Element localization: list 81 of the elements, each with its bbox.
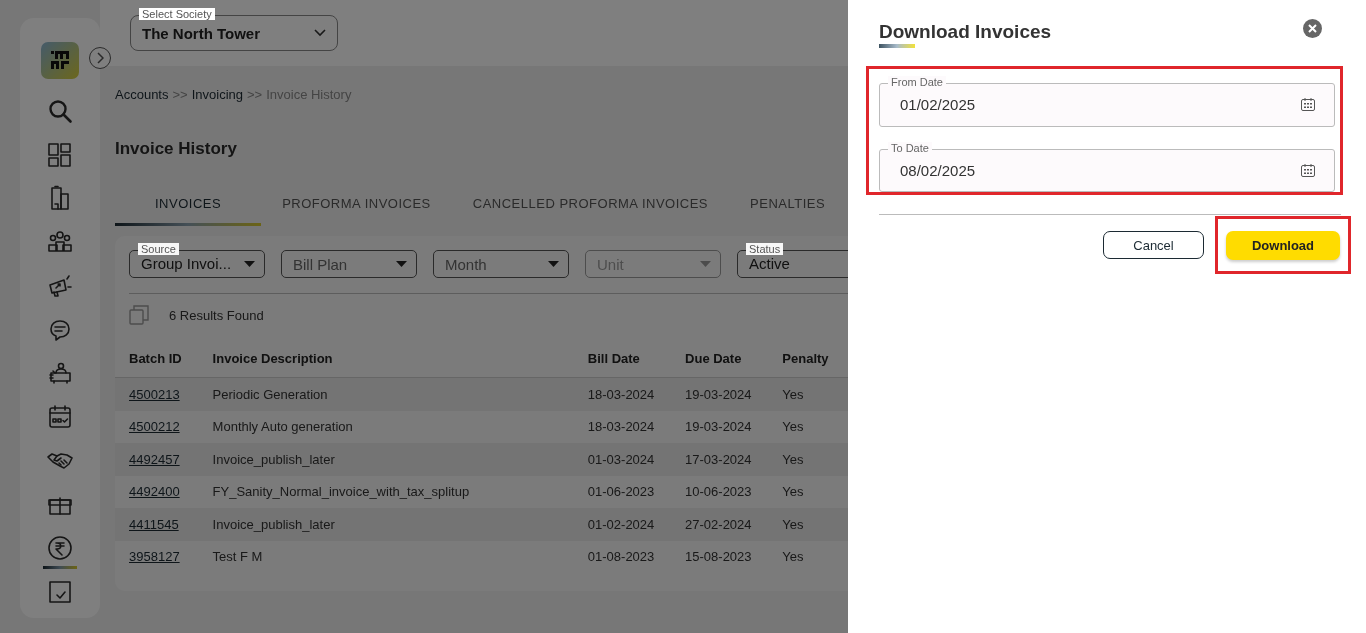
filter-dropdown[interactable]: Month bbox=[433, 243, 569, 278]
close-icon[interactable] bbox=[1303, 19, 1322, 38]
table-cell: 19-03-2024 bbox=[685, 386, 752, 402]
page-title: Invoice History bbox=[115, 139, 237, 159]
field-label: To Date bbox=[888, 141, 932, 154]
table-cell: Yes bbox=[782, 451, 804, 467]
placeholder: Month bbox=[445, 255, 487, 273]
backdrop-overlay[interactable] bbox=[0, 0, 848, 633]
column-header: Invoice Description bbox=[212, 351, 588, 378]
filter-dropdown[interactable]: Bill Plan bbox=[281, 243, 417, 278]
field-label: Source bbox=[138, 243, 179, 255]
calendar-icon bbox=[1301, 163, 1315, 177]
batch-id-link[interactable]: 3958127 bbox=[129, 549, 180, 565]
table-cell: Invoice_publish_later bbox=[212, 516, 335, 532]
table-cell: FY_Sanity_Normal_invoice_with_tax_splitup bbox=[212, 484, 470, 500]
table-cell: 19-03-2024 bbox=[685, 419, 752, 435]
table-cell: Monthly Auto generation bbox=[212, 419, 353, 435]
field-value: Group Invoi... bbox=[141, 254, 232, 274]
breadcrumb-link[interactable]: Accounts bbox=[115, 87, 169, 102]
tab[interactable]: PENALTIES bbox=[729, 196, 847, 226]
drawer-title: Download Invoices bbox=[879, 21, 1052, 42]
field-label: Select Society bbox=[139, 8, 215, 20]
caret-icon bbox=[548, 261, 559, 267]
date-field[interactable]: To Date 08/02/2025 bbox=[879, 141, 1335, 192]
breadcrumb-separator: >> bbox=[247, 87, 263, 102]
tab[interactable]: INVOICES bbox=[115, 196, 262, 226]
column-header: Batch ID bbox=[115, 351, 213, 378]
table-cell: 01-02-2024 bbox=[587, 516, 655, 532]
column-header: Due Date bbox=[685, 351, 783, 378]
table-cell: 27-02-2024 bbox=[685, 516, 752, 532]
tab[interactable]: CANCELLED PROFORMA INVOICES bbox=[451, 196, 730, 226]
field-value: 01/02/2025 bbox=[900, 96, 976, 114]
search-icon bbox=[47, 97, 73, 124]
dashboard-icon bbox=[47, 141, 73, 168]
field-value: The North Tower bbox=[142, 24, 261, 42]
table-cell: Yes bbox=[782, 419, 804, 435]
caret-icon bbox=[396, 261, 407, 267]
batch-id-link[interactable]: 4500212 bbox=[129, 419, 180, 435]
table-cell: 10-06-2023 bbox=[685, 484, 752, 500]
filter-dropdown[interactable]: Source Group Invoi... bbox=[129, 243, 265, 278]
table-cell: 01-03-2024 bbox=[587, 451, 655, 467]
table-cell: 01-06-2023 bbox=[587, 484, 655, 500]
field-value: 08/02/2025 bbox=[900, 161, 976, 179]
caret-icon bbox=[244, 261, 255, 267]
chevron-right-icon bbox=[96, 52, 104, 64]
society-select[interactable]: Select Society The North Tower bbox=[130, 8, 338, 51]
caret-icon bbox=[700, 261, 711, 267]
results-count: 6 Results Found bbox=[169, 307, 264, 323]
download-button[interactable]: Download bbox=[1226, 230, 1340, 260]
table-cell: 18-03-2024 bbox=[587, 386, 655, 402]
table-cell: 18-03-2024 bbox=[587, 419, 655, 435]
table-cell: 01-08-2023 bbox=[587, 549, 655, 565]
rupee-icon bbox=[47, 535, 73, 562]
breadcrumb-separator: >> bbox=[172, 87, 188, 102]
megaphone-icon bbox=[47, 272, 73, 299]
table-cell: 15-08-2023 bbox=[685, 549, 752, 565]
table-cell: 17-03-2024 bbox=[685, 451, 752, 467]
tab[interactable]: PROFORMA INVOICES bbox=[261, 196, 452, 226]
breadcrumb-link[interactable]: Invoicing bbox=[191, 87, 243, 102]
reception-desk-icon bbox=[47, 360, 73, 387]
field-label: From Date bbox=[888, 76, 946, 88]
table-cell: Yes bbox=[782, 484, 804, 500]
logo-icon bbox=[41, 42, 79, 79]
copy-icon bbox=[129, 305, 149, 325]
calendar-icon bbox=[47, 404, 73, 431]
report-icon bbox=[47, 579, 73, 606]
column-header: Bill Date bbox=[587, 351, 686, 378]
field-value: Active bbox=[749, 254, 790, 274]
table-cell: Yes bbox=[782, 386, 804, 402]
date-field[interactable]: From Date 01/02/2025 bbox=[879, 76, 1335, 127]
table-cell: Test F M bbox=[212, 549, 263, 565]
table-cell: Periodic Generation bbox=[212, 386, 328, 402]
chevron-down-icon bbox=[314, 29, 326, 37]
table-cell: Yes bbox=[782, 549, 804, 565]
cancel-button[interactable]: Cancel bbox=[1103, 231, 1204, 259]
batch-id-link[interactable]: 4492400 bbox=[129, 484, 180, 500]
placeholder: Bill Plan bbox=[293, 255, 348, 273]
field-label: Status bbox=[746, 243, 784, 255]
table-cell: Yes bbox=[782, 516, 804, 532]
calendar-icon bbox=[1301, 98, 1315, 112]
table-cell: Invoice_publish_later bbox=[212, 451, 335, 467]
